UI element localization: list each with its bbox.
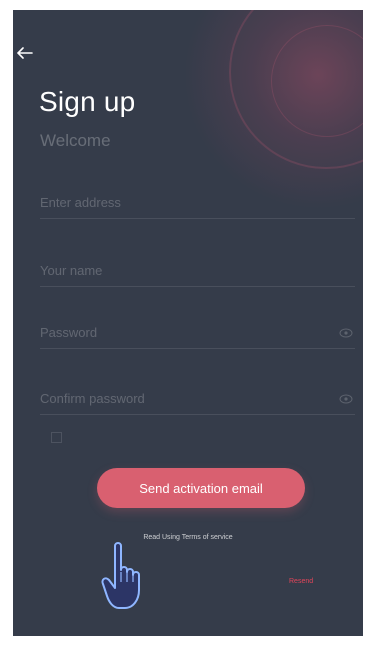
hand-pointer-icon <box>101 542 140 609</box>
email-field[interactable] <box>40 186 355 219</box>
eye-icon[interactable] <box>339 394 353 404</box>
send-activation-email-button[interactable]: Send activation email <box>97 468 305 508</box>
page-subtitle: Welcome <box>40 131 111 150</box>
name-field[interactable] <box>40 254 355 287</box>
resend-link[interactable]: Resend <box>289 578 313 585</box>
terms-row <box>51 430 331 444</box>
confirm-password-field[interactable] <box>40 382 355 415</box>
terms-of-service-note: Read Using Terms of service <box>143 534 233 541</box>
page-title: Sign up <box>39 86 136 117</box>
terms-checkbox[interactable] <box>51 432 62 443</box>
arrow-left-icon <box>16 47 33 59</box>
back-button[interactable] <box>16 46 43 66</box>
signup-screen: Sign up Welcome Send activation email Re… <box>13 10 363 636</box>
password-field[interactable] <box>40 316 355 349</box>
eye-icon[interactable] <box>339 328 353 338</box>
